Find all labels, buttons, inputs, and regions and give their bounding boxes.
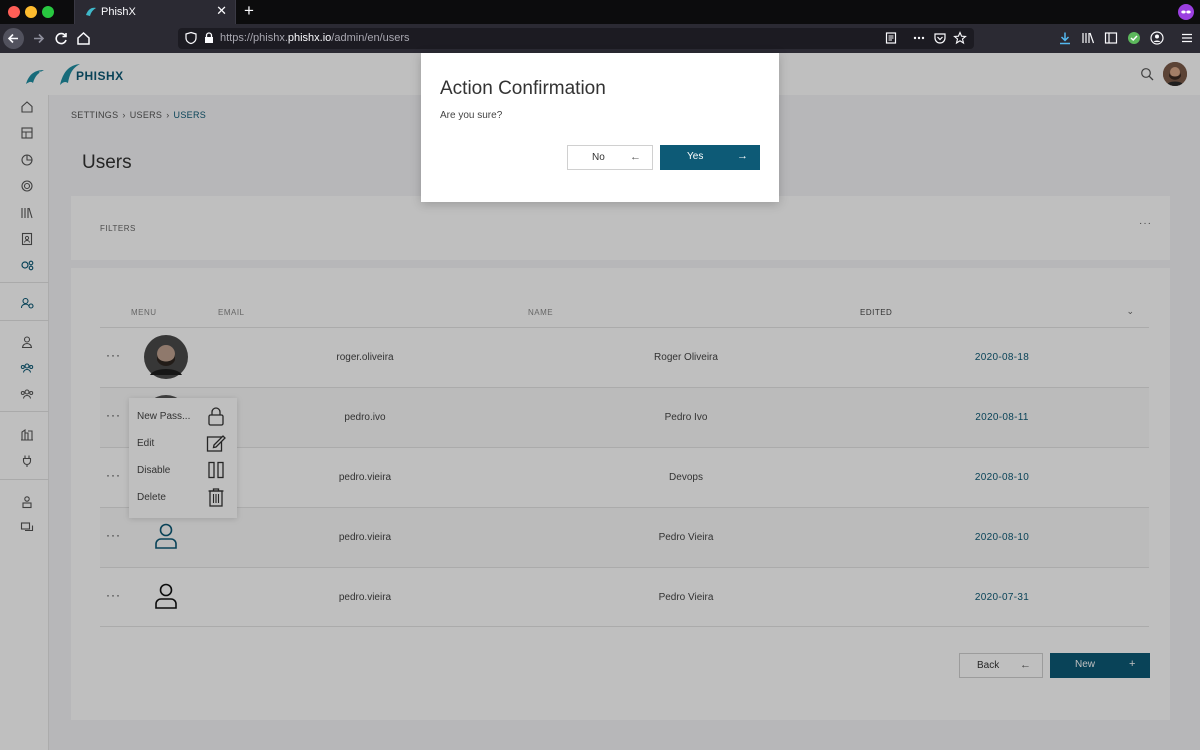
minimize-window-button[interactable]	[25, 6, 37, 18]
arrow-right-icon: →	[737, 150, 748, 162]
maximize-window-button[interactable]	[42, 6, 54, 18]
no-button-label: No	[592, 152, 605, 163]
phishx-favicon-icon	[86, 7, 96, 17]
modal-message: Are you sure?	[440, 110, 503, 121]
account-icon[interactable]	[1150, 31, 1164, 45]
page-actions-icon[interactable]	[912, 31, 926, 45]
back-button[interactable]	[3, 28, 24, 49]
forward-button[interactable]	[29, 28, 50, 49]
url-domain: phishx.io	[287, 32, 332, 44]
private-mask-icon	[1178, 4, 1194, 20]
yes-button[interactable]: Yes →	[660, 145, 760, 170]
library-icon[interactable]	[1081, 31, 1095, 45]
arrow-left-icon: ←	[630, 151, 641, 163]
browser-titlebar: PhishX ✕ +	[0, 0, 1200, 24]
confirmation-modal: Action Confirmation Are you sure? No ← Y…	[421, 53, 779, 202]
tab-title: PhishX	[101, 6, 136, 18]
sidebar-toggle-icon[interactable]	[1104, 31, 1118, 45]
url-path: /admin/en/users	[331, 32, 410, 44]
new-tab-button[interactable]: +	[240, 1, 258, 21]
close-window-button[interactable]	[8, 6, 20, 18]
extension-check-icon[interactable]	[1127, 31, 1141, 45]
tab-close-icon[interactable]: ✕	[216, 4, 227, 18]
pocket-icon[interactable]	[933, 31, 947, 45]
bookmark-star-icon[interactable]	[953, 31, 967, 45]
modal-title: Action Confirmation	[440, 78, 606, 99]
url-text: https://phishx.phishx.io/admin/en/users	[220, 32, 410, 44]
reload-button[interactable]	[51, 28, 72, 49]
lock-icon[interactable]	[202, 31, 216, 45]
yes-button-label: Yes	[687, 151, 704, 162]
downloads-icon[interactable]	[1058, 31, 1072, 45]
reader-view-icon[interactable]	[884, 31, 898, 45]
no-button[interactable]: No ←	[567, 145, 653, 170]
home-button[interactable]	[73, 28, 94, 49]
url-prefix: https://phishx.	[220, 32, 288, 44]
shield-icon[interactable]	[184, 31, 198, 45]
browser-tab[interactable]: PhishX ✕	[74, 0, 236, 24]
hamburger-menu-icon[interactable]	[1180, 31, 1194, 45]
url-bar[interactable]: https://phishx.phishx.io/admin/en/users	[178, 28, 974, 49]
browser-navbar: https://phishx.phishx.io/admin/en/users	[0, 24, 1200, 53]
